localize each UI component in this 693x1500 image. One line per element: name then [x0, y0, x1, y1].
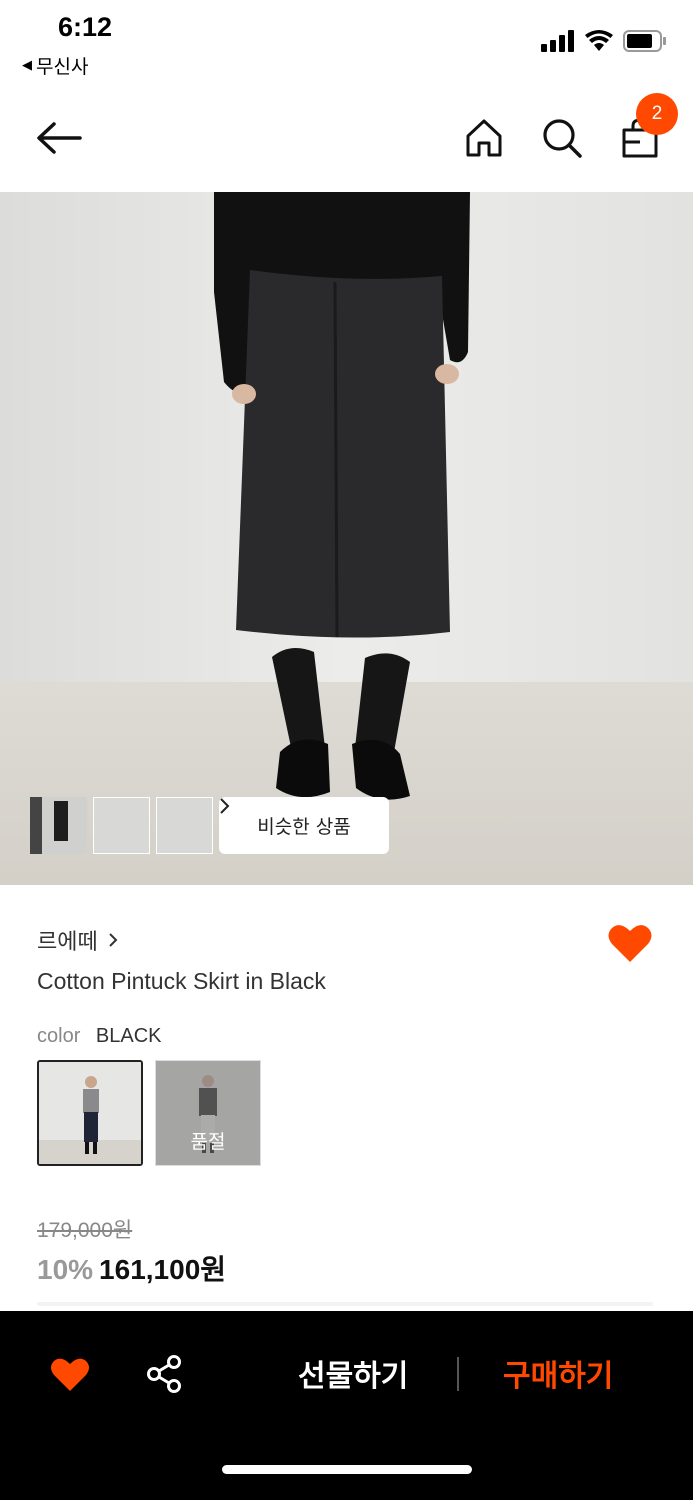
color-swatch-black[interactable] — [37, 1060, 143, 1166]
back-app-label: 무신사 — [36, 56, 89, 78]
wifi-icon — [585, 30, 613, 51]
chevron-right-icon — [220, 798, 230, 814]
home-icon[interactable] — [462, 116, 506, 160]
brand-name: 르에떼 — [37, 930, 98, 955]
thumbnail-2[interactable] — [30, 797, 150, 854]
share-icon[interactable] — [146, 1355, 184, 1393]
back-to-app-link[interactable]: ◀ 무신사 — [22, 52, 88, 79]
heart-icon[interactable] — [607, 922, 653, 964]
similar-products-label: 비슷한 상품 — [257, 816, 351, 838]
thumbnail-strip — [30, 797, 213, 854]
product-name: Cotton Pintuck Skirt in Black — [37, 968, 326, 994]
heart-icon[interactable] — [50, 1355, 90, 1393]
back-arrow-icon[interactable] — [34, 116, 84, 160]
color-label: color — [37, 1025, 81, 1047]
status-bar: 6:12 ◀ 무신사 — [0, 0, 693, 86]
similar-products-button[interactable]: 비슷한 상품 — [219, 797, 389, 854]
buy-button[interactable]: 구매하기 — [503, 1351, 613, 1395]
bottom-action-bar: 선물하기 구매하기 — [0, 1311, 693, 1500]
thumbnail-3[interactable] — [30, 797, 213, 854]
battery-icon — [623, 30, 666, 52]
discount-rate: 10% — [37, 1254, 94, 1285]
cart-count-badge: 2 — [636, 93, 678, 135]
search-icon[interactable] — [540, 116, 584, 160]
section-divider — [37, 1302, 653, 1306]
back-triangle-icon: ◀ — [22, 58, 32, 73]
price-row: 10% 161,100원 — [37, 1248, 226, 1288]
original-price: 179,000원 — [37, 1219, 133, 1242]
sale-price: 161,100원 — [99, 1254, 227, 1285]
home-indicator[interactable] — [222, 1465, 472, 1474]
chevron-right-icon — [109, 933, 118, 947]
color-swatches: 품절 — [37, 1060, 261, 1166]
color-swatch-soldout[interactable]: 품절 — [155, 1060, 261, 1166]
product-photo — [0, 192, 693, 885]
status-time: 6:12 — [58, 12, 113, 42]
product-image[interactable]: 비슷한 상품 — [0, 192, 693, 885]
color-value: BLACK — [95, 1025, 162, 1047]
signal-icon — [541, 30, 574, 52]
soldout-label: 품절 — [190, 1131, 226, 1153]
gift-button[interactable]: 선물하기 — [298, 1351, 408, 1395]
top-nav-bar: 2 — [0, 86, 693, 192]
color-row: color BLACK — [37, 1025, 162, 1048]
brand-link[interactable]: 르에떼 — [37, 924, 118, 956]
status-icons — [541, 30, 667, 52]
button-separator — [457, 1357, 459, 1391]
